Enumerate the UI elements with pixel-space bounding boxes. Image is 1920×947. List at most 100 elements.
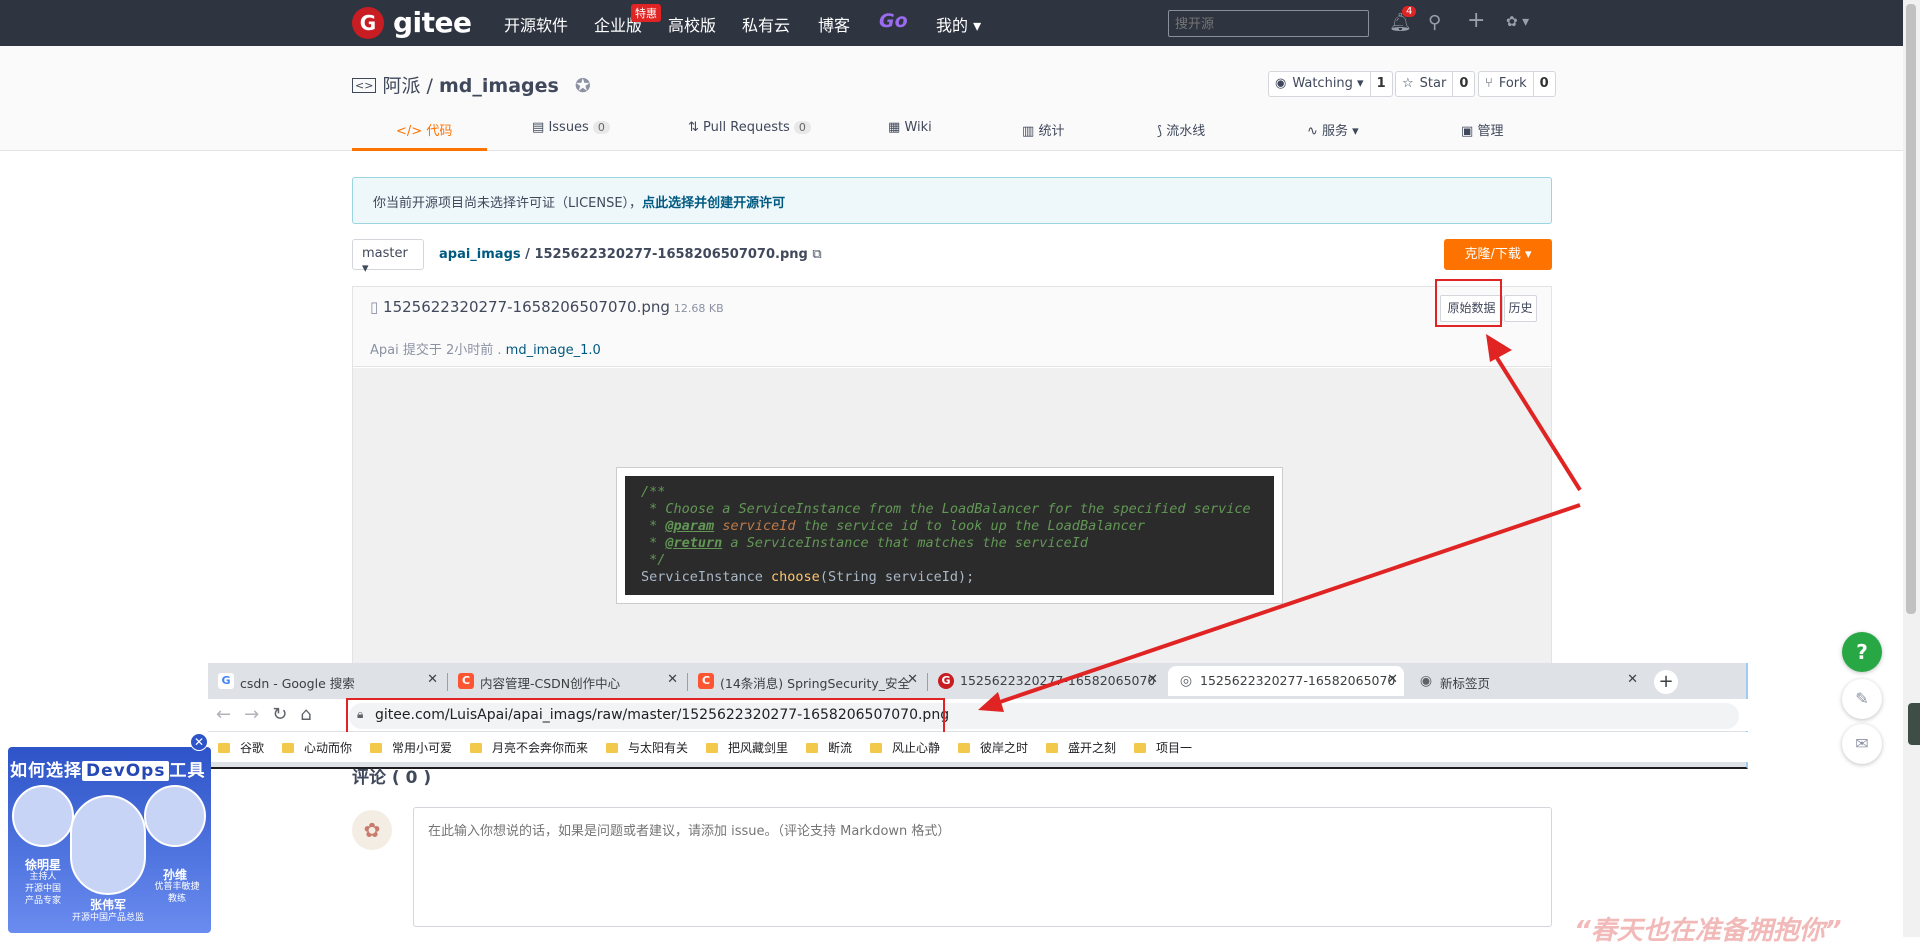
breadcrumb-file: 1525622320277-1658206507070.png [534,247,808,262]
code-line-2: * Choose a ServiceInstance from the Load… [641,501,1251,517]
nav-private-cloud[interactable]: 私有云 [742,12,790,36]
chat-icon[interactable]: ✉ [1842,724,1882,764]
watch-button[interactable]: ◉ Watching ▾ 1 [1268,71,1393,97]
gitee-brand[interactable]: gitee [393,6,472,39]
search-input[interactable] [1168,10,1369,37]
nav-blog[interactable]: 博客 [818,12,850,36]
watch-count[interactable]: 1 [1369,72,1392,96]
tab-wiki[interactable]: ▦ Wiki [888,120,932,135]
ad-speaker-photo [144,785,206,847]
fork-count[interactable]: 0 [1532,72,1555,96]
csdn-icon: C [698,673,714,689]
tab-issues[interactable]: ▤ Issues 0 [532,120,610,135]
tab-stats[interactable]: ▥ 统计 [1022,120,1064,139]
browser-tab[interactable]: C (14条消息) SpringSecurity_安全 ✕ [688,666,924,696]
code-repo-icon: <> [352,78,377,93]
browser-tab-label: 1525622320277-16582065070 [960,673,1156,688]
code-line-1: /** [641,484,666,500]
browser-tab[interactable]: C 内容管理-CSDN创作中心 ✕ [448,666,684,696]
ad-title: 如何选择 DevOps 工具 [10,756,205,781]
comments-title: 评论 ( 0 ) [352,768,432,788]
bookmark-folder[interactable]: 常用小可爱 [370,739,452,756]
bookmark-folder[interactable]: 断流 [806,739,852,756]
gitee-tab-icon: G [938,673,954,689]
ad-speaker-role: 开源中国产品总监 [71,913,144,923]
forward-icon[interactable]: → [244,704,272,725]
close-icon[interactable]: ✕ [427,672,438,687]
bookmark-folder[interactable]: 把风藏剑里 [706,739,788,756]
repo-name-link[interactable]: md_images [439,75,559,97]
branch-select[interactable]: master ▾ [352,239,424,276]
bookmark-folder[interactable]: 心动而你 [282,739,352,756]
license-notice: 你当前开源项目尚未选择许可证（LICENSE），点此选择并创建开源许可 [352,177,1552,224]
close-icon[interactable]: ✕ [667,672,678,687]
top-nav-bar: G gitee 开源软件 企业版 特惠 高校版 私有云 博客 Go 我的 ▾ 🔔… [0,0,1903,46]
new-tab-plus-icon[interactable]: + [1654,670,1678,694]
browser-tab-label: csdn - Google 搜索 [240,676,355,691]
plus-icon[interactable]: + [1467,8,1485,33]
license-link[interactable]: 点此选择并创建开源许可 [642,196,785,211]
nav-mine[interactable]: 我的 ▾ [936,12,981,36]
history-button[interactable]: 历史 [1504,295,1537,322]
help-button[interactable]: ? [1842,632,1882,672]
browser-tab[interactable]: G 1525622320277-16582065070 ✕ [928,666,1164,696]
tab-manage[interactable]: ▣ 管理 [1461,120,1503,139]
nav-open-source[interactable]: 开源软件 [504,12,568,36]
close-icon[interactable]: ✕ [1387,672,1398,687]
bookmark-folder[interactable]: 风止心静 [870,739,940,756]
copy-icon[interactable]: ⧉ [812,247,821,262]
gitee-logo-icon[interactable]: G [352,7,384,39]
breadcrumb-folder-link[interactable]: apai_imags [439,247,521,262]
back-icon[interactable]: ← [216,704,244,725]
pipeline-icon: ⟆ [1157,124,1163,139]
tab-services[interactable]: ∿ 服务 ▾ [1307,120,1359,139]
star-button[interactable]: ☆ Star 0 [1395,71,1476,97]
close-icon[interactable]: ✕ [907,672,918,687]
tab-services-label: 服务 ▾ [1322,124,1359,139]
raw-button-highlight-box [1435,279,1502,327]
fork-button[interactable]: ⑂ Fork 0 [1478,71,1556,97]
tab-wiki-label: Wiki [904,120,932,135]
fork-icon: ⑂ [1485,76,1493,91]
bookmark-folder[interactable]: 盛开之刻 [1046,739,1116,756]
code-line-3: the service id to look up the LoadBalanc… [795,518,1145,534]
clone-download-button[interactable]: 克隆/下载 ▾ [1444,239,1552,270]
user-avatar-menu[interactable]: ✿ ▾ [1506,14,1529,30]
bookmark-folder[interactable]: 项目一 [1134,739,1192,756]
home-icon[interactable]: ⌂ [300,704,324,725]
comment-input[interactable] [413,807,1552,927]
reload-icon[interactable]: ↻ [272,704,300,725]
ad-title-a: 如何选择 [10,761,82,781]
badge-icon[interactable]: ✪ [575,75,591,97]
tab-pipeline[interactable]: ⟆ 流水线 [1157,120,1205,139]
bookmark-folder[interactable]: 彼岸之时 [958,739,1028,756]
bookmark-folder[interactable]: 与太阳有关 [606,739,688,756]
repo-path-separator: / [420,75,439,97]
bookmark-folder[interactable]: 谷歌 [218,739,264,756]
location-icon[interactable]: ⚲ [1428,12,1441,33]
breadcrumb: apai_imags / 1525622320277-1658206507070… [439,247,822,262]
ad-close-icon[interactable]: ✕ [190,733,208,751]
code-method-name: choose [771,569,820,585]
star-count[interactable]: 0 [1452,72,1474,96]
browser-tab[interactable]: ◉ 新标签页 ✕ [1408,666,1644,696]
nav-go[interactable]: Go [879,10,908,32]
browser-tab[interactable]: Gcsdn - Google 搜索 ✕ [208,666,444,696]
scrollbar-thumb[interactable] [1906,4,1916,614]
commit-author: Apai 提交于 2小时前 . [370,343,506,358]
browser-tab-active[interactable]: ◎ 1525622320277-16582065070 ✕ [1168,666,1404,696]
close-icon[interactable]: ✕ [1147,672,1158,687]
nav-university[interactable]: 高校版 [668,12,716,36]
tab-pull-requests[interactable]: ⇅ Pull Requests 0 [688,120,811,135]
commit-message-link[interactable]: md_image_1.0 [506,343,601,358]
bookmark-folder[interactable]: 月亮不会奔你而来 [470,739,588,756]
edit-feedback-icon[interactable]: ✎ [1842,679,1882,719]
code-signature-rest: (String serviceId); [819,569,975,585]
repo-owner-link[interactable]: 阿派 [382,75,420,97]
side-tab-handle[interactable] [1908,703,1920,745]
tab-code[interactable]: </> 代码 [396,120,452,139]
ad-title-b: DevOps [82,761,170,781]
star-label: Star [1419,76,1447,91]
code-line-5: */ [641,552,666,568]
close-icon[interactable]: ✕ [1627,672,1638,687]
